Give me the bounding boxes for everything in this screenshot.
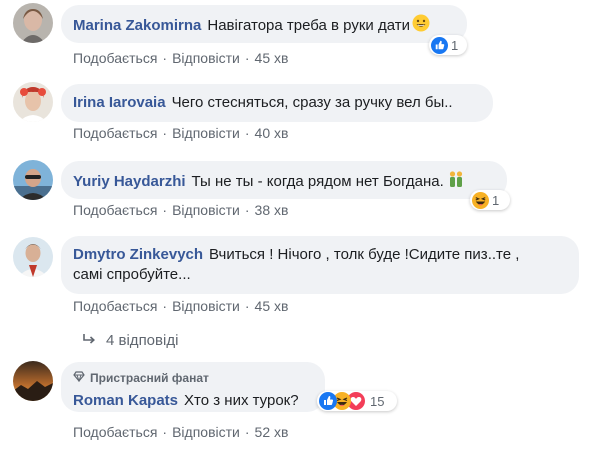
avatar[interactable] xyxy=(13,3,53,43)
reply-link[interactable]: Відповісти xyxy=(172,50,240,66)
comment-bubble: Dmytro Zinkevych Вчиться ! Нічого , толк … xyxy=(61,236,579,294)
separator: · xyxy=(162,424,168,440)
avatar[interactable] xyxy=(13,160,53,200)
comment-text: Ты не ты - когда рядом нет Богдана. xyxy=(191,172,444,190)
separator: · xyxy=(244,298,250,314)
timestamp[interactable]: 40 хв xyxy=(255,125,289,141)
timestamp[interactable]: 45 хв xyxy=(255,298,289,314)
comment-text-line-2: самі спробуйте... xyxy=(73,266,191,283)
like-link[interactable]: Подобається xyxy=(73,424,157,440)
replies-count: 4 відповіді xyxy=(106,332,179,349)
comment-author[interactable]: Irina Iarovaia xyxy=(73,94,166,111)
comment-text: Чего стесняться, сразу за ручку вел бы.. xyxy=(171,94,453,111)
comment-text: Навігатора треба в руки дати xyxy=(207,16,410,34)
reaction-count: 1 xyxy=(492,192,500,208)
reaction-summary[interactable]: 1 xyxy=(470,190,510,210)
comment-text: Хто з них турок? xyxy=(184,392,299,409)
separator: · xyxy=(244,50,250,66)
comment-author[interactable]: Marina Zakomirna xyxy=(73,17,201,34)
comment-bubble: Irina Iarovaia Чего стесняться, сразу за … xyxy=(61,84,493,122)
reaction-count: 1 xyxy=(451,37,459,53)
diamond-icon xyxy=(73,368,85,388)
comment-actions: Подобається · Відповісти · 52 хв xyxy=(73,424,288,440)
timestamp[interactable]: 38 хв xyxy=(255,202,289,218)
comment-bubble: Marina Zakomirna Навігатора треба в руки … xyxy=(61,5,467,43)
reply-arrow-icon xyxy=(82,332,96,349)
reply-link[interactable]: Відповісти xyxy=(172,424,240,440)
comment-actions: Подобається · Відповісти · 38 хв xyxy=(73,202,288,218)
like-icon xyxy=(319,392,337,410)
separator: · xyxy=(244,202,250,218)
like-link[interactable]: Подобається xyxy=(73,50,157,66)
comment-author[interactable]: Yuriy Haydarzhi xyxy=(73,173,186,190)
reaction-summary[interactable]: 1 xyxy=(429,35,467,55)
reply-link[interactable]: Відповісти xyxy=(172,125,240,141)
comment-actions: Подобається · Відповісти · 40 хв xyxy=(73,125,288,141)
like-link[interactable]: Подобається xyxy=(73,202,157,218)
timestamp[interactable]: 45 хв xyxy=(255,50,289,66)
like-icon xyxy=(431,36,448,54)
haha-icon xyxy=(472,191,489,209)
comment-author[interactable]: Roman Kapats xyxy=(73,392,178,409)
reaction-count: 15 xyxy=(370,393,385,409)
comment-bubble: Пристрасний фанат Roman Kapats Хто з них … xyxy=(61,362,325,412)
comment-text-line-1: Вчиться ! Нічого , толк буде !Сидите пиз… xyxy=(209,246,520,263)
badge-label: Пристрасний фанат xyxy=(90,371,209,385)
reaction-summary[interactable]: 15 xyxy=(317,391,397,411)
reply-link[interactable]: Відповісти xyxy=(172,298,240,314)
couple-emoji-icon xyxy=(447,170,465,194)
comment-bubble: Yuriy Haydarzhi Ты не ты - когда рядом не… xyxy=(61,161,507,199)
comment-author[interactable]: Dmytro Zinkevych xyxy=(73,246,203,263)
timestamp[interactable]: 52 хв xyxy=(255,424,289,440)
separator: · xyxy=(244,125,250,141)
grin-emoji-icon xyxy=(412,14,430,38)
avatar[interactable] xyxy=(13,82,53,122)
view-replies-link[interactable]: 4 відповіді xyxy=(82,332,178,349)
separator: · xyxy=(162,50,168,66)
avatar[interactable] xyxy=(13,237,53,277)
separator: · xyxy=(162,202,168,218)
top-fan-badge[interactable]: Пристрасний фанат xyxy=(73,368,313,388)
comment-actions: Подобається · Відповісти · 45 хв xyxy=(73,50,288,66)
separator: · xyxy=(244,424,250,440)
avatar[interactable] xyxy=(13,361,53,401)
separator: · xyxy=(162,125,168,141)
like-link[interactable]: Подобається xyxy=(73,298,157,314)
comment-actions: Подобається · Відповісти · 45 хв xyxy=(73,298,288,314)
separator: · xyxy=(162,298,168,314)
reply-link[interactable]: Відповісти xyxy=(172,202,240,218)
like-link[interactable]: Подобається xyxy=(73,125,157,141)
